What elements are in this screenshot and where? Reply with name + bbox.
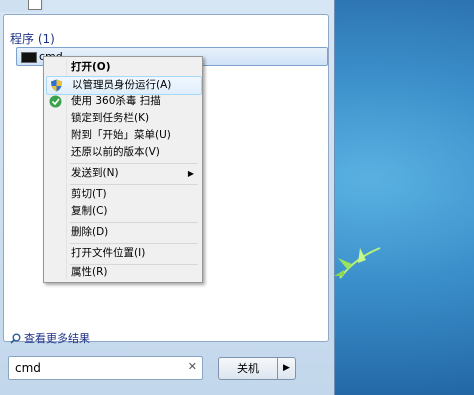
see-more-results-link[interactable]: 查看更多结果 bbox=[10, 330, 90, 346]
menu-separator bbox=[70, 222, 198, 223]
menu-item-label: 打开(O) bbox=[71, 61, 111, 73]
menu-separator bbox=[70, 163, 198, 164]
menu-item-label: 发送到(N) bbox=[71, 167, 119, 179]
menu-item-copy[interactable]: 复制(C) bbox=[46, 203, 200, 220]
desktop-background bbox=[320, 0, 474, 395]
antivirus-icon bbox=[49, 95, 62, 108]
clear-search-icon[interactable]: ✕ bbox=[188, 360, 197, 373]
menu-item-send-to[interactable]: 发送到(N) ▶ bbox=[46, 165, 200, 182]
see-more-label: 查看更多结果 bbox=[24, 332, 90, 345]
top-program-icon bbox=[0, 0, 44, 12]
programs-section-header: 程序 (1) bbox=[10, 32, 55, 46]
menu-item-label: 锁定到任务栏(K) bbox=[71, 112, 150, 124]
console-icon bbox=[21, 52, 37, 63]
checkbox-icon bbox=[28, 0, 42, 10]
menu-item-pin-start[interactable]: 附到「开始」菜单(U) bbox=[46, 127, 200, 144]
menu-item-label: 剪切(T) bbox=[71, 188, 107, 200]
shutdown-options-arrow[interactable]: ▶ bbox=[277, 357, 296, 380]
menu-item-label: 打开文件位置(I) bbox=[71, 247, 146, 259]
menu-item-delete[interactable]: 删除(D) bbox=[46, 224, 200, 241]
search-input[interactable]: cmd ✕ bbox=[8, 356, 203, 380]
menu-item-label: 属性(R) bbox=[71, 266, 108, 278]
submenu-arrow-icon: ▶ bbox=[187, 169, 194, 178]
menu-item-label: 删除(D) bbox=[71, 226, 109, 238]
menu-item-cut[interactable]: 剪切(T) bbox=[46, 186, 200, 203]
menu-item-label: 使用 360杀毒 扫描 bbox=[71, 95, 161, 107]
menu-item-label: 以管理员身份运行(A) bbox=[72, 79, 172, 91]
search-icon bbox=[10, 333, 21, 344]
shield-icon bbox=[51, 79, 62, 92]
shutdown-button[interactable]: 关机 bbox=[218, 357, 278, 380]
menu-item-label: 还原以前的版本(V) bbox=[71, 146, 160, 158]
menu-item-360-scan[interactable]: 使用 360杀毒 扫描 bbox=[46, 93, 200, 110]
menu-item-restore-versions[interactable]: 还原以前的版本(V) bbox=[46, 144, 200, 161]
menu-separator bbox=[70, 243, 198, 244]
menu-item-label: 复制(C) bbox=[71, 205, 108, 217]
menu-item-pin-taskbar[interactable]: 锁定到任务栏(K) bbox=[46, 110, 200, 127]
search-input-value: cmd bbox=[15, 361, 41, 375]
menu-item-open[interactable]: 打开(O) bbox=[46, 59, 200, 76]
menu-item-properties[interactable]: 属性(R) bbox=[46, 264, 200, 281]
menu-item-label: 附到「开始」菜单(U) bbox=[71, 129, 171, 141]
menu-separator bbox=[70, 184, 198, 185]
context-menu: 打开(O) 以管理员身份运行(A) 使用 360杀毒 扫描 锁定到任务栏(K) … bbox=[43, 56, 203, 283]
wallpaper-leaf-graphic bbox=[334, 247, 381, 279]
menu-item-open-location[interactable]: 打开文件位置(I) bbox=[46, 245, 200, 262]
